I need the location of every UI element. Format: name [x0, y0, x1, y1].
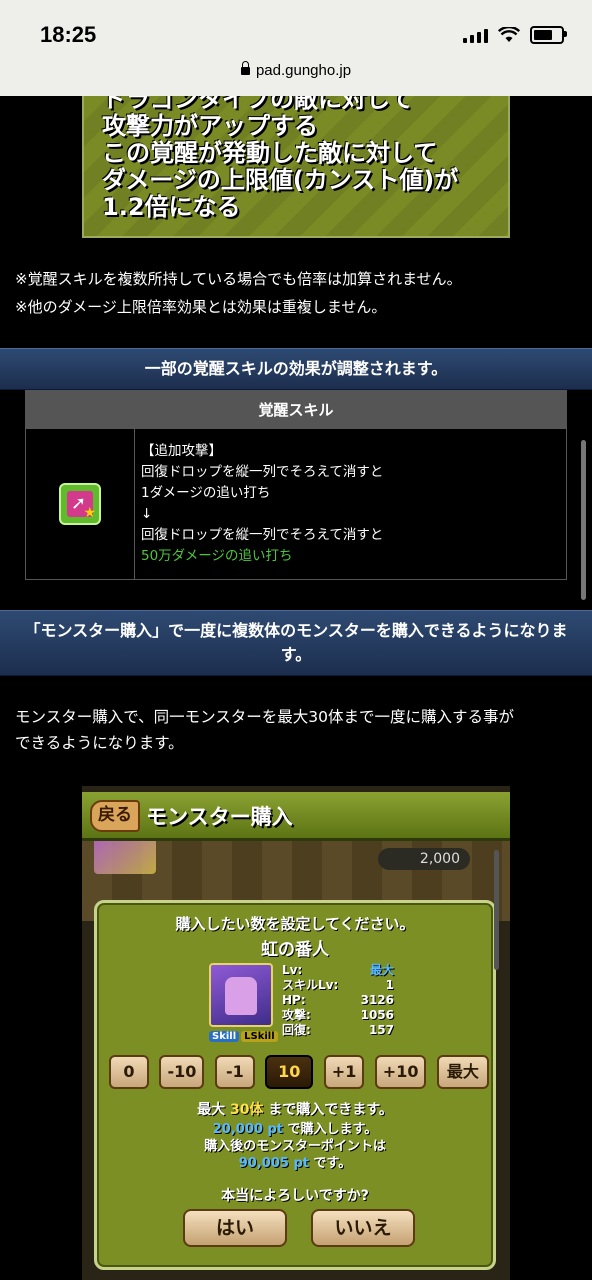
awake-line: 1.2倍になる — [102, 193, 241, 221]
monster-thumbnail — [94, 838, 156, 874]
skill-line: 【追加攻撃】 — [141, 443, 222, 459]
address-bar[interactable]: pad.gungho.jp — [0, 61, 592, 79]
dialog-prompt: 購入したい数を設定してください。 — [175, 915, 415, 933]
game-titlebar: 戻る モンスター購入 — [82, 792, 510, 841]
intro-line: モンスター購入で、同一モンスターを最大30体まで一度に購入する事が — [15, 708, 514, 726]
intro-paragraph: モンスター購入で、同一モンスターを最大30体まで一度に購入する事が できるように… — [15, 704, 575, 756]
monster-purchase-screenshot: 2,000 戻る モンスター購入 購入したい数を設定してください。 虹の番人 S… — [82, 786, 510, 1280]
text-part: 最大 — [197, 1102, 226, 1118]
qty-plus1-button[interactable]: +1 — [323, 1055, 365, 1089]
clock: 18:25 — [40, 22, 97, 47]
table-header: 覚醒スキル — [26, 391, 566, 429]
skill-line: 1ダメージの追い打ち — [141, 485, 271, 501]
note-text: ※他のダメージ上限倍率効果とは効果は重複しません。 — [15, 298, 387, 316]
monster-portrait — [209, 963, 273, 1027]
cost-summary: 20,000 pt で購入します。 購入後のモンスターポイントは 90,005 … — [97, 1121, 493, 1172]
status-bar: 18:25 pad.gungho.jp — [0, 0, 592, 96]
awake-line: この覚醒が発動した敵に対して — [102, 139, 438, 167]
awakening-skill-table: 覚醒スキル ➚ ★ 【追加攻撃】 回復ドロップを縦一列でそろえて消すと 1ダメージ… — [25, 390, 567, 580]
awake-line: 攻撃力がアップする — [102, 112, 318, 140]
section-heading: 一部の覚醒スキルの効果が調整されます。 — [0, 348, 592, 390]
note-text: ※覚醒スキルを複数所持している場合でも倍率は加算されません。 — [15, 270, 462, 288]
qty-minus1-button[interactable]: -1 — [214, 1055, 255, 1089]
stat-label: 攻撃: — [282, 1008, 311, 1022]
wifi-icon — [498, 27, 520, 42]
skill-line-highlight: 50万ダメージの追い打ち — [141, 548, 293, 564]
stat-label: スキルLv: — [282, 978, 339, 992]
image-scrollbar[interactable] — [494, 850, 499, 970]
game-title: モンスター購入 — [146, 805, 293, 829]
confirm-question: 本当によろしいですか? — [221, 1188, 369, 1204]
cellular-signal-icon — [463, 27, 488, 43]
stat-value: 1056 — [360, 1008, 394, 1022]
text-part: まで購入できます。 — [268, 1102, 393, 1118]
qty-minus10-button[interactable]: -10 — [159, 1055, 205, 1089]
quantity-selector: 0 -10 -1 10 +1 +10 最大 — [109, 1055, 489, 1089]
additional-attack-icon: ➚ ★ — [59, 483, 101, 525]
max-purchase-text: 最大 30体 まで購入できます。 — [97, 1099, 493, 1119]
monster-points: 2,000 — [378, 848, 470, 870]
stat-label: 回復: — [282, 1023, 311, 1037]
awake-line: ダメージの上限値(カンスト値)が — [102, 166, 459, 194]
stat-label: HP: — [282, 993, 306, 1007]
lock-icon — [240, 61, 250, 76]
yes-button[interactable]: はい — [183, 1209, 287, 1247]
page-scrollbar[interactable] — [581, 440, 586, 600]
stat-value: 157 — [368, 1023, 394, 1037]
monster-name: 虹の番人 — [261, 940, 329, 960]
no-button[interactable]: いいえ — [311, 1209, 415, 1247]
text-part: で購入します。 — [287, 1122, 378, 1137]
stat-value: 1 — [385, 978, 394, 992]
skill-description: 【追加攻撃】 回復ドロップを縦一列でそろえて消すと 1ダメージの追い打ち ↓ 回… — [135, 429, 383, 579]
max-count: 30体 — [229, 1102, 264, 1118]
awake-line: ドラゴンタイプの敵に対して — [102, 96, 414, 113]
qty-plus10-button[interactable]: +10 — [374, 1055, 427, 1089]
stat-value: 3126 — [360, 993, 394, 1007]
after-points-label: 購入後のモンスターポイントは — [204, 1139, 386, 1154]
purchase-dialog: 購入したい数を設定してください。 虹の番人 Skill LSkill Lv: 最大… — [94, 900, 496, 1270]
qty-max-button[interactable]: 最大 — [436, 1055, 489, 1089]
qty-current-value: 10 — [265, 1055, 314, 1089]
system-icons — [463, 26, 567, 44]
skill-badge: Skill — [209, 1031, 240, 1042]
battery-icon — [530, 26, 567, 44]
qty-zero-button[interactable]: 0 — [109, 1055, 149, 1089]
stat-label: Lv: — [282, 963, 303, 977]
cost-value: 20,000 pt — [212, 1122, 283, 1137]
skill-line: ↓ — [141, 506, 153, 522]
intro-line: できるようになります。 — [15, 734, 184, 752]
back-button[interactable]: 戻る — [90, 800, 140, 832]
skill-line: 回復ドロップを縦一列でそろえて消すと — [141, 527, 384, 543]
heading-line: す。 — [280, 645, 312, 664]
url-text: pad.gungho.jp — [255, 62, 352, 79]
after-points-value: 90,005 pt — [238, 1156, 309, 1171]
section-heading: 「モンスター購入」で一度に複数体のモンスターを購入できるようになりま す。 — [0, 610, 592, 676]
awakening-description-image: ドラゴンタイプの敵に対して 攻撃力がアップする この覚醒が発動した敵に対して ダ… — [82, 96, 510, 238]
skill-line: 回復ドロップを縦一列でそろえて消すと — [141, 464, 384, 480]
text-part: です。 — [313, 1156, 352, 1171]
leader-skill-badge: LSkill — [241, 1031, 278, 1042]
table-row: ➚ ★ 【追加攻撃】 回復ドロップを縦一列でそろえて消すと 1ダメージの追い打ち … — [26, 429, 566, 579]
monster-stats: Lv: 最大 スキルLv: 1 HP: 3126 攻撃: 1056 回復: 157 — [282, 963, 394, 1038]
stat-value: 最大 — [369, 963, 394, 977]
heading-line: 「モンスター購入」で一度に複数体のモンスターを購入できるようになりま — [24, 621, 568, 640]
